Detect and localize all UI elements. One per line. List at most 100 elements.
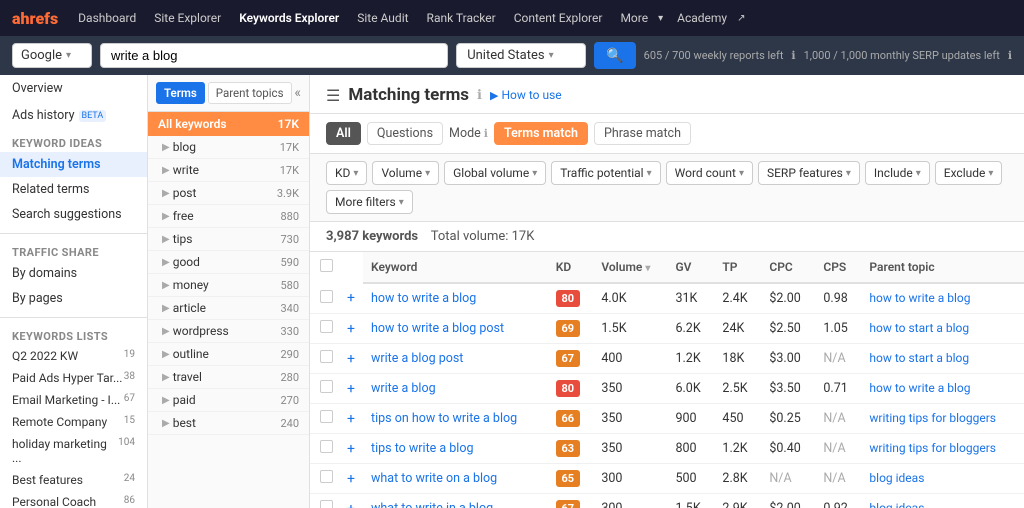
col-checkbox-header[interactable]	[310, 252, 343, 283]
sidebar-item-holiday-marketing[interactable]: holiday marketing ... 104	[0, 433, 147, 469]
tab-phrase-match[interactable]: Phrase match	[594, 122, 691, 145]
filter-exclude[interactable]: Exclude ▾	[935, 161, 1003, 185]
mode-info-icon[interactable]: ℹ	[484, 127, 488, 140]
col-keyword-header[interactable]: Keyword	[363, 252, 548, 283]
all-keywords-row[interactable]: All keywords 17K	[148, 112, 309, 136]
tab-terms-match[interactable]: Terms match	[494, 122, 588, 145]
row-checkbox-cell[interactable]	[310, 283, 343, 314]
search-input[interactable]	[100, 43, 448, 68]
sidebar-item-by-pages[interactable]: By pages	[0, 286, 147, 311]
sidebar-item-related-terms[interactable]: Related terms	[0, 177, 147, 202]
row-checkbox[interactable]	[320, 500, 333, 508]
kw-list-item[interactable]: ▶travel280	[148, 366, 309, 389]
parent-topic-link[interactable]: how to write a blog	[869, 291, 970, 305]
row-plus-cell[interactable]: +	[343, 283, 363, 314]
monthly-info-icon[interactable]: ℹ	[1008, 49, 1012, 62]
add-keyword-icon[interactable]: +	[347, 321, 355, 337]
keyword-link[interactable]: write a blog post	[371, 351, 463, 366]
add-keyword-icon[interactable]: +	[347, 351, 355, 367]
row-checkbox[interactable]	[320, 290, 333, 303]
tab-terms[interactable]: Terms	[156, 82, 205, 104]
keyword-link[interactable]: how to write a blog post	[371, 321, 504, 336]
row-checkbox[interactable]	[320, 410, 333, 423]
add-keyword-icon[interactable]: +	[347, 501, 355, 508]
row-checkbox-cell[interactable]	[310, 404, 343, 434]
row-checkbox[interactable]	[320, 380, 333, 393]
sidebar-item-matching-terms[interactable]: Matching terms	[0, 152, 147, 177]
keyword-link[interactable]: how to write a blog	[371, 291, 476, 306]
filter-volume[interactable]: Volume ▾	[372, 161, 439, 185]
col-parent-topic-header[interactable]: Parent topic	[861, 252, 1024, 283]
how-to-use-link[interactable]: ▶ How to use	[490, 88, 562, 102]
col-kd-header[interactable]: KD	[548, 252, 594, 283]
keyword-link[interactable]: tips on how to write a blog	[371, 411, 517, 426]
col-cps-header[interactable]: CPS	[815, 252, 861, 283]
add-keyword-icon[interactable]: +	[347, 471, 355, 487]
keyword-link[interactable]: tips to write a blog	[371, 441, 474, 456]
tab-questions[interactable]: Questions	[367, 122, 443, 145]
kw-list-item[interactable]: ▶paid270	[148, 389, 309, 412]
kw-list-item[interactable]: ▶outline290	[148, 343, 309, 366]
row-plus-cell[interactable]: +	[343, 314, 363, 344]
kw-list-item[interactable]: ▶write17K	[148, 159, 309, 182]
nav-site-audit[interactable]: Site Audit	[349, 7, 416, 29]
parent-topic-link[interactable]: writing tips for bloggers	[869, 441, 996, 455]
country-select[interactable]: United States ▾	[456, 43, 586, 68]
header-checkbox[interactable]	[320, 259, 333, 272]
filter-kd[interactable]: KD ▾	[326, 161, 367, 185]
row-checkbox[interactable]	[320, 320, 333, 333]
engine-select[interactable]: Google ▾	[12, 43, 92, 68]
nav-keywords-explorer[interactable]: Keywords Explorer	[231, 7, 347, 29]
filter-traffic-potential[interactable]: Traffic potential ▾	[551, 161, 660, 185]
row-checkbox[interactable]	[320, 350, 333, 363]
row-checkbox-cell[interactable]	[310, 344, 343, 374]
nav-site-explorer[interactable]: Site Explorer	[146, 7, 229, 29]
sidebar-item-by-domains[interactable]: By domains	[0, 261, 147, 286]
tab-parent-topics[interactable]: Parent topics	[208, 82, 292, 104]
add-keyword-icon[interactable]: +	[347, 411, 355, 427]
filter-include[interactable]: Include ▾	[865, 161, 930, 185]
parent-topic-link[interactable]: how to start a blog	[869, 351, 969, 365]
row-plus-cell[interactable]: +	[343, 374, 363, 404]
row-checkbox-cell[interactable]	[310, 314, 343, 344]
parent-topic-link[interactable]: writing tips for bloggers	[869, 411, 996, 425]
sidebar-item-q2-kw[interactable]: Q2 2022 KW 19	[0, 345, 147, 367]
col-gv-header[interactable]: GV	[667, 252, 714, 283]
sidebar-item-personal-coach[interactable]: Personal Coach 86	[0, 491, 147, 508]
nav-content-explorer[interactable]: Content Explorer	[506, 7, 611, 29]
nav-rank-tracker[interactable]: Rank Tracker	[419, 7, 504, 29]
nav-more[interactable]: More	[612, 7, 656, 29]
nav-dashboard[interactable]: Dashboard	[70, 7, 144, 29]
kw-list-item[interactable]: ▶blog17K	[148, 136, 309, 159]
sidebar-item-best-features[interactable]: Best features 24	[0, 469, 147, 491]
col-volume-header[interactable]: Volume ▾	[593, 252, 667, 283]
sidebar-item-search-suggestions[interactable]: Search suggestions	[0, 202, 147, 227]
row-plus-cell[interactable]: +	[343, 344, 363, 374]
hamburger-icon[interactable]: ☰	[326, 86, 340, 105]
row-checkbox-cell[interactable]	[310, 434, 343, 464]
kw-list-item[interactable]: ▶money580	[148, 274, 309, 297]
row-checkbox[interactable]	[320, 470, 333, 483]
filter-serp-features[interactable]: SERP features ▾	[758, 161, 860, 185]
row-checkbox-cell[interactable]	[310, 464, 343, 494]
col-tp-header[interactable]: TP	[714, 252, 761, 283]
row-plus-cell[interactable]: +	[343, 494, 363, 508]
weekly-info-icon[interactable]: ℹ	[791, 49, 795, 62]
collapse-button[interactable]: «	[294, 85, 301, 101]
row-plus-cell[interactable]: +	[343, 464, 363, 494]
sidebar-item-ads-history[interactable]: Ads history BETA	[0, 102, 147, 129]
add-keyword-icon[interactable]: +	[347, 290, 355, 306]
kw-list-item[interactable]: ▶tips730	[148, 228, 309, 251]
filter-more[interactable]: More filters ▾	[326, 190, 413, 214]
info-circle-icon[interactable]: ℹ	[477, 88, 482, 103]
sidebar-item-email-marketing[interactable]: Email Marketing - I... 67	[0, 389, 147, 411]
kw-list-item[interactable]: ▶free880	[148, 205, 309, 228]
parent-topic-link[interactable]: blog ideas	[869, 471, 924, 485]
tab-all[interactable]: All	[326, 122, 361, 145]
kw-list-item[interactable]: ▶article340	[148, 297, 309, 320]
row-checkbox-cell[interactable]	[310, 494, 343, 508]
filter-word-count[interactable]: Word count ▾	[666, 161, 753, 185]
sidebar-item-paid-ads[interactable]: Paid Ads Hyper Tar... 38	[0, 367, 147, 389]
parent-topic-link[interactable]: how to write a blog	[869, 381, 970, 395]
row-plus-cell[interactable]: +	[343, 404, 363, 434]
